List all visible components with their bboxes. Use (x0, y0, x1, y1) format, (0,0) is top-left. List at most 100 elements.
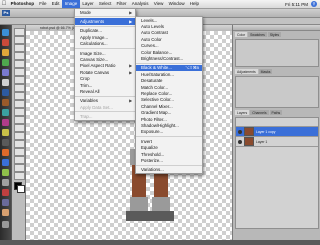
menu-file[interactable]: File (37, 0, 49, 8)
dock-app-icon[interactable] (2, 59, 9, 66)
tab-layers[interactable]: Layers (235, 110, 250, 115)
image-menu-item-trim[interactable]: Trim... (75, 82, 135, 88)
image-menu-item-apply-image[interactable]: Apply Image... (75, 34, 135, 40)
adjustments-item-curves[interactable]: Curves... (136, 43, 202, 49)
image-menu-item-pixel-aspect-ratio[interactable]: Pixel Aspect Ratio ▶ (75, 63, 135, 69)
eraser-tool-icon[interactable] (14, 108, 25, 116)
dock-app-icon[interactable] (2, 209, 9, 216)
menu-filter[interactable]: Filter (114, 0, 129, 8)
gradient-tool-icon[interactable] (14, 116, 25, 124)
eyedropper-tool-icon[interactable] (14, 68, 25, 76)
adjustments-item-shadow-highlight[interactable]: Shadow/Highlight... (136, 122, 202, 128)
dock-app-icon[interactable] (2, 169, 9, 176)
shape-tool-icon[interactable] (14, 156, 25, 164)
image-menu-item-adjustments[interactable]: Adjustments ▶ (75, 18, 135, 25)
menu-help[interactable]: Help (187, 0, 201, 8)
menu-window[interactable]: Window (166, 0, 187, 8)
menubar-clock[interactable]: Fri 5:11 PM (285, 2, 308, 7)
adjustments-item-desaturate[interactable]: Desaturate (136, 78, 202, 84)
move-tool-icon[interactable] (14, 28, 25, 36)
color-panel[interactable] (235, 39, 319, 67)
image-menu-item-crop[interactable]: Crop (75, 76, 135, 82)
photoshop-dock-icon[interactable] (2, 89, 9, 96)
tab-paths[interactable]: Paths (269, 110, 283, 115)
image-menu-item-duplicate[interactable]: Duplicate... (75, 28, 135, 34)
adjustments-item-posterize[interactable]: Posterize... (136, 157, 202, 163)
dock-app-icon[interactable] (2, 129, 9, 136)
tab-adjustments[interactable]: Adjustments (235, 69, 258, 74)
menu-image[interactable]: Image (62, 0, 80, 8)
adjustments-item-invert[interactable]: Invert (136, 138, 202, 144)
menu-view[interactable]: View (151, 0, 166, 8)
adjustments-item-hue-saturation[interactable]: Hue/Saturation... (136, 71, 202, 77)
tab-masks[interactable]: Masks (258, 69, 273, 74)
image-menu-item-canvas-size[interactable]: Canvas Size... (75, 56, 135, 62)
pen-tool-icon[interactable] (14, 132, 25, 140)
visibility-eye-icon[interactable] (238, 139, 242, 144)
dock-app-icon[interactable] (2, 149, 9, 156)
dock-app-icon[interactable] (2, 49, 9, 56)
history-brush-tool-icon[interactable] (14, 100, 25, 108)
menu-edit[interactable]: Edit (49, 0, 62, 8)
path-selection-tool-icon[interactable] (14, 148, 25, 156)
image-menu-item-calculations[interactable]: Calculations... (75, 41, 135, 47)
dock-app-icon[interactable] (2, 139, 9, 146)
adjustments-item-gradient-map[interactable]: Gradient Map... (136, 109, 202, 115)
adjustments-item-auto-contrast[interactable]: Auto Contrast (136, 30, 202, 36)
adjustments-item-photo-filter[interactable]: Photo Filter... (136, 116, 202, 122)
trash-icon[interactable] (2, 221, 9, 228)
adjustments-item-brightness-contrast[interactable]: Brightness/Contrast... (136, 55, 202, 61)
visibility-eye-icon[interactable] (238, 129, 242, 134)
tab-swatches[interactable]: Swatches (248, 32, 267, 37)
menu-select[interactable]: Select (96, 0, 114, 8)
tab-styles[interactable]: Styles (267, 32, 282, 37)
dock-app-icon[interactable] (2, 119, 9, 126)
adjustments-panel[interactable] (235, 76, 319, 108)
adjustments-item-selective-color[interactable]: Selective Color... (136, 97, 202, 103)
layer-row[interactable]: Layer 1 copy (236, 127, 318, 137)
spotlight-icon[interactable]: ⚲ (311, 1, 317, 7)
magic-wand-tool-icon[interactable] (14, 52, 25, 60)
image-menu-item-reveal-all[interactable]: Reveal All (75, 88, 135, 94)
type-tool-icon[interactable] (14, 140, 25, 148)
adjustments-item-threshold[interactable]: Threshold... (136, 151, 202, 157)
dodge-tool-icon[interactable] (14, 124, 25, 132)
apple-icon[interactable]:  (0, 1, 8, 7)
background-color-swatch[interactable] (17, 185, 25, 193)
adjustments-item-black-white[interactable]: Black & White... ⌥⇧⌘B (136, 64, 202, 72)
finder-icon[interactable] (2, 29, 9, 36)
image-menu-item-mode[interactable]: Mode ▶ (75, 9, 135, 15)
image-menu-item-variables[interactable]: Variables ▶ (75, 98, 135, 104)
dock-app-icon[interactable] (2, 189, 9, 196)
dock-app-icon[interactable] (2, 159, 9, 166)
clone-stamp-tool-icon[interactable] (14, 92, 25, 100)
adjustments-item-replace-color[interactable]: Replace Color... (136, 90, 202, 96)
adjustments-item-equalize[interactable]: Equalize (136, 144, 202, 150)
dock-app-icon[interactable] (2, 179, 9, 186)
marquee-tool-icon[interactable] (14, 36, 25, 44)
tab-color[interactable]: Color (235, 32, 248, 37)
healing-brush-tool-icon[interactable] (14, 76, 25, 84)
adjustments-item-variations[interactable]: Variations... (136, 167, 202, 173)
dock-app-icon[interactable] (2, 69, 9, 76)
adjustments-item-color-balance[interactable]: Color Balance... (136, 49, 202, 55)
adjustments-item-channel-mixer[interactable]: Channel Mixer... (136, 103, 202, 109)
tab-channels[interactable]: Channels (250, 110, 269, 115)
layer-row[interactable]: Layer 1 (236, 137, 318, 147)
brush-tool-icon[interactable] (14, 84, 25, 92)
menu-app-name[interactable]: Photoshop (8, 0, 37, 8)
dock-app-icon[interactable] (2, 109, 9, 116)
adjustments-item-levels[interactable]: Levels... (136, 17, 202, 23)
dock-app-icon[interactable] (2, 79, 9, 86)
dock-app-icon[interactable] (2, 99, 9, 106)
adjustments-item-auto-color[interactable]: Auto Color (136, 36, 202, 42)
image-menu-item-image-size[interactable]: Image Size... (75, 50, 135, 56)
menu-layer[interactable]: Layer (80, 0, 96, 8)
adjustments-item-match-color[interactable]: Match Color... (136, 84, 202, 90)
dock-app-icon[interactable] (2, 39, 9, 46)
hand-tool-icon[interactable] (14, 164, 25, 172)
adjustments-item-exposure[interactable]: Exposure... (136, 129, 202, 135)
adjustments-item-auto-levels[interactable]: Auto Levels (136, 23, 202, 29)
crop-tool-icon[interactable] (14, 60, 25, 68)
image-menu-item-rotate-canvas[interactable]: Rotate Canvas ▶ (75, 69, 135, 75)
